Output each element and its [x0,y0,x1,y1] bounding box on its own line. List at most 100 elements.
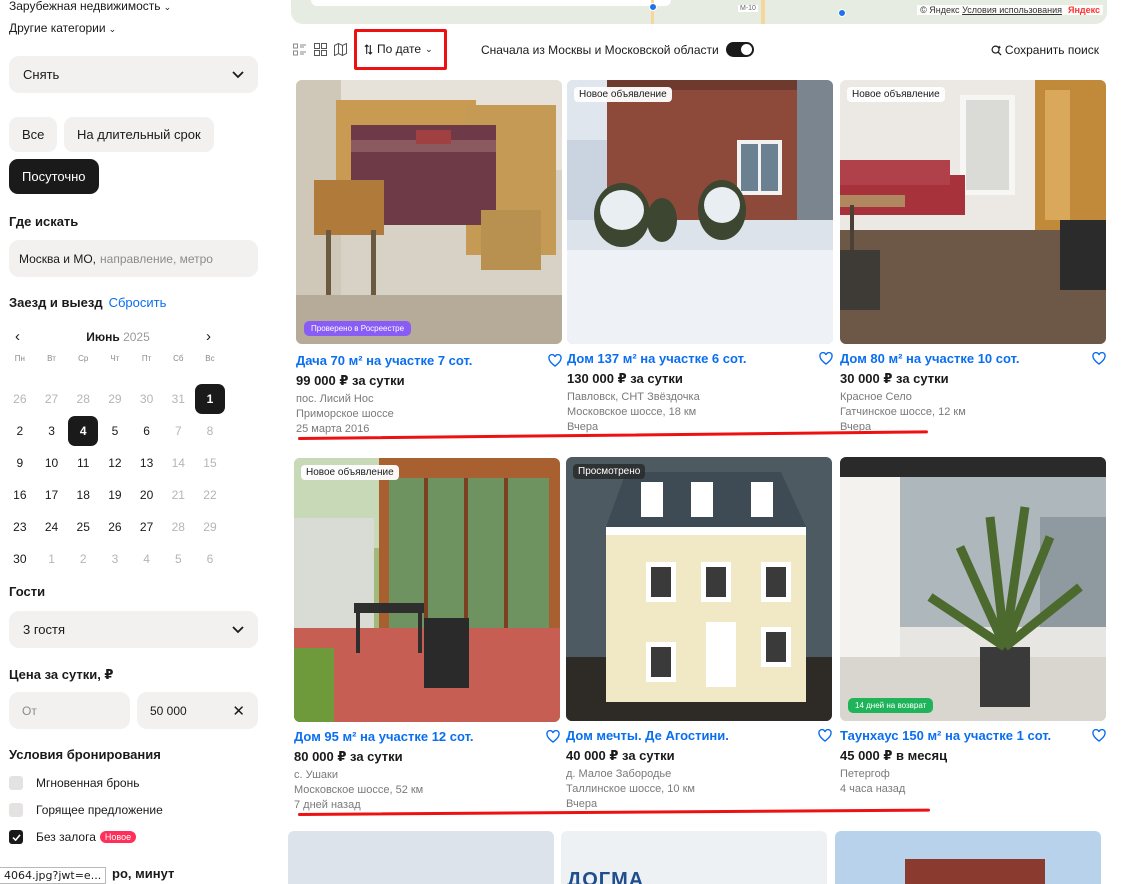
clear-icon[interactable]: ✕ [232,702,245,720]
heart-icon[interactable] [1092,352,1106,365]
calendar-day[interactable]: 24 [36,511,68,543]
heart-icon[interactable] [548,354,562,367]
calendar-day[interactable]: 9 [4,447,36,479]
calendar-day[interactable]: 3 [99,543,131,575]
calendar-day[interactable]: 29 [99,383,131,415]
listing-location: Павловск, СНТ Звёздочка [567,391,700,403]
save-search-button[interactable]: Сохранить поиск [991,43,1099,57]
map-terms-link[interactable]: Условия использования [962,5,1062,15]
other-categories-link[interactable]: Другие категории ⌄ [9,21,116,35]
listing-title[interactable]: Дом мечты. Де Агостини. [566,728,832,743]
calendar-day[interactable]: 28 [162,511,194,543]
guests-select[interactable]: 3 гостя [9,611,258,648]
checkbox[interactable] [9,776,23,790]
listing-card[interactable]: Новое объявление Дом 137 м² на участке 6… [567,80,833,435]
listing-card[interactable]: Проверено в Росреестре Дача 70 м² на уча… [296,80,562,437]
chevron-left-icon[interactable]: ‹ [15,328,20,345]
listing-title[interactable]: Дача 70 м² на участке 7 сот. [296,353,562,368]
calendar-day[interactable]: 27 [36,383,68,415]
calendar-day[interactable]: 10 [36,447,68,479]
listing-title[interactable]: Дом 80 м² на участке 10 сот. [840,351,1106,366]
listing-title[interactable]: Дом 95 м² на участке 12 сот. [294,729,560,744]
listing-photo-partial[interactable]: ДОГМА [561,831,827,884]
calendar-day[interactable]: 1 [36,543,68,575]
location-input[interactable]: Москва и МО, направление, метро [9,240,258,277]
listing-card[interactable]: Новое объявление Дом 95 м² на участке 12… [294,458,560,813]
calendar-day[interactable]: 13 [131,447,163,479]
listing-photo[interactable]: Проверено в Росреестре [296,80,562,344]
listing-title[interactable]: Дом 137 м² на участке 6 сот. [567,351,833,366]
map-marker[interactable] [649,3,657,11]
calendar-day[interactable]: 11 [67,447,99,479]
calendar-day[interactable]: 25 [67,511,99,543]
calendar-day[interactable]: 29 [194,511,226,543]
listing-photo[interactable]: Новое объявление [567,80,833,344]
calendar-day[interactable]: 6 [131,415,163,447]
calendar-day[interactable]: 31 [162,383,194,415]
calendar-day[interactable]: 28 [67,383,99,415]
calendar-day[interactable]: 26 [4,383,36,415]
calendar-day[interactable]: 17 [36,479,68,511]
listing-title-text: Дом мечты. Де Агостини. [566,728,729,743]
map-view-icon[interactable] [334,43,347,56]
list-view-icon[interactable] [293,43,306,56]
calendar-day[interactable]: 8 [194,415,226,447]
rent-term-long[interactable]: На длительный срок [64,117,214,152]
calendar-day[interactable]: 30 [131,383,163,415]
calendar-day[interactable]: 27 [131,511,163,543]
moscow-first-toggle[interactable] [726,42,754,57]
calendar-day[interactable]: 5 [99,415,131,447]
listing-photo[interactable]: Новое объявление [294,458,560,722]
listing-photo[interactable]: Новое объявление [840,80,1106,344]
calendar-day-selected[interactable]: 4 [67,415,99,447]
calendar-day[interactable]: 15 [194,447,226,479]
listing-card[interactable]: 14 дней на возврат Таунхаус 150 м² на уч… [840,457,1106,797]
map-preview[interactable]: M-10 © Яндекс Условия использования Яндек… [291,0,1107,24]
calendar-day[interactable]: 20 [131,479,163,511]
calendar-day[interactable]: 6 [194,543,226,575]
grid-view-icon[interactable] [314,43,327,56]
calendar-day[interactable]: 19 [99,479,131,511]
listing-card[interactable]: Просмотрено Дом мечты. Де Агостини. 40 0… [566,457,832,812]
calendar-day[interactable]: 30 [4,543,36,575]
condition-hot[interactable]: Горящее предложение [9,803,163,817]
reset-dates-link[interactable]: Сбросить [109,295,167,310]
listing-photo[interactable]: 14 дней на возврат [840,457,1106,721]
calendar-day[interactable]: 16 [4,479,36,511]
calendar-day[interactable]: 2 [4,415,36,447]
calendar-day[interactable]: 3 [36,415,68,447]
calendar-day[interactable]: 18 [67,479,99,511]
condition-instant[interactable]: Мгновенная бронь [9,776,139,790]
heart-icon[interactable] [819,352,833,365]
listing-card[interactable]: Новое объявление Дом 80 м² на участке 10… [840,80,1106,435]
price-to-input[interactable]: 50 000 ✕ [137,692,258,729]
calendar-day[interactable]: 5 [162,543,194,575]
listing-photo[interactable]: Просмотрено [566,457,832,721]
calendar-day[interactable]: 4 [131,543,163,575]
calendar-day[interactable]: 7 [162,415,194,447]
calendar-day[interactable]: 14 [162,447,194,479]
listing-title[interactable]: Таунхаус 150 м² на участке 1 сот. [840,728,1106,743]
price-from-input[interactable]: От [9,692,130,729]
calendar-day[interactable]: 21 [162,479,194,511]
calendar-day[interactable]: 2 [67,543,99,575]
deal-type-select[interactable]: Снять [9,56,258,93]
foreign-realty-link[interactable]: Зарубежная недвижимость ⌄ [9,0,171,13]
calendar-day[interactable]: 23 [4,511,36,543]
condition-no-deposit[interactable]: Без залога Новое [9,830,137,844]
map-marker[interactable] [838,9,846,17]
chevron-right-icon[interactable]: › [206,328,211,345]
listing-photo-partial[interactable] [835,831,1101,884]
heart-icon[interactable] [1092,729,1106,742]
calendar-day[interactable]: 12 [99,447,131,479]
heart-icon[interactable] [818,729,832,742]
rent-term-all[interactable]: Все [9,117,58,152]
checkbox-checked[interactable] [9,830,23,844]
calendar-day[interactable]: 26 [99,511,131,543]
rent-term-daily[interactable]: Посуточно [9,159,99,194]
listing-photo-partial[interactable] [288,831,554,884]
calendar-day-selected[interactable]: 1 [194,383,226,415]
heart-icon[interactable] [546,730,560,743]
checkbox[interactable] [9,803,23,817]
calendar-day[interactable]: 22 [194,479,226,511]
